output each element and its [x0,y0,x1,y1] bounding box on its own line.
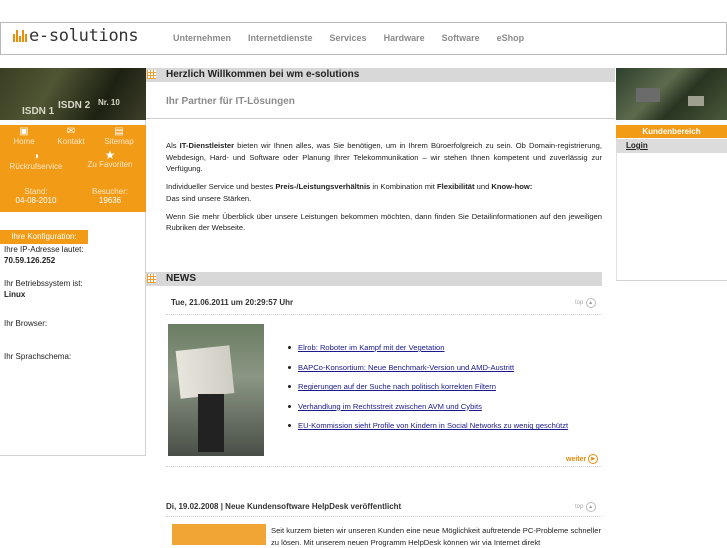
grid-bullet-icon [147,70,156,79]
quicklink-rueckrufservice[interactable]: ◑ Rückrufservice [1,151,71,172]
login-link[interactable]: Login [626,141,648,150]
besucher-value: 19636 [98,196,122,205]
news-item[interactable]: EU-Kommission sieht Profile von Kindern … [288,421,568,441]
main-navigation: Unternehmen Internetdienste Services Har… [173,33,541,43]
grid-bullet-icon [147,274,156,283]
banner-label-isdn1: ISDN 1 [22,106,55,117]
quicklink-label: Home [13,137,35,146]
divider [166,466,602,467]
banner-label-nr: Nr. 10 [98,98,120,107]
kundenbereich-title: Kundenbereich [616,125,727,138]
arrow-up-icon: ▲ [585,502,596,512]
isdn-banner-image: ISDN 1 ISDN 2 Nr. 10 [0,68,146,120]
welcome-title: Herzlich Willkommen bei wm e-solutions [166,69,360,80]
quicklink-label: Kontakt [57,137,85,146]
site-header: e-solutions Unternehmen Internetdienste … [0,22,727,55]
quicklink-kontakt[interactable]: ✉ Kontakt [48,126,94,147]
intro-paragraph-3: Wenn Sie mehr Überblick über unsere Leis… [166,211,602,233]
quicklink-sitemap[interactable]: ▤ Sitemap [96,126,142,147]
nav-hardware[interactable]: Hardware [384,33,425,43]
wm-logo-icon [13,28,28,42]
page-subtitle: Ihr Partner für IT-Lösungen [166,96,295,107]
news-date-1: Tue, 21.06.2011 um 20:29:57 Uhr [171,298,294,307]
quicklink-label: Zu Favoriten [87,160,133,169]
quicklink-label: Rückrufservice [9,162,63,171]
weiter-link[interactable]: weiter ▶ [566,454,599,464]
site-logo[interactable]: e-solutions [13,26,139,46]
news-title: NEWS [166,273,196,284]
nav-services[interactable]: Services [330,33,367,43]
stand-label: Stand: [24,187,48,196]
arrow-up-icon: ▲ [585,298,596,308]
top-link-1[interactable]: top ▲ [575,297,596,308]
top-label: top [575,300,584,306]
circuit-board-image [616,68,727,120]
helpdesk-screenshot [172,524,266,545]
intro-paragraph-1: Als IT-Dienstleister bieten wir Ihnen al… [166,141,602,174]
ip-value: 70.59.126.252 [4,256,56,265]
sitemap-icon: ▤ [114,126,124,137]
top-link-2[interactable]: top ▲ [575,501,596,512]
nav-software[interactable]: Software [442,33,480,43]
login-row[interactable]: Login [616,139,727,153]
lang-label: Ihr Sprachschema: [4,352,72,361]
weiter-label: weiter [566,455,587,463]
konfig-panel: Ihre IP-Adresse lautet: 70.59.126.252 Ih… [4,245,150,361]
star-icon: ★ [104,148,116,162]
stand-info: Stand: 04-08-2010 [10,187,62,205]
top-label: top [575,504,584,510]
nav-internetdienste[interactable]: Internetdienste [248,33,313,43]
intro-text: Als IT-Dienstleister bieten wir Ihnen al… [166,140,602,240]
home-icon: ▣ [19,126,29,137]
arrow-right-icon: ▶ [588,454,599,464]
news-item[interactable]: Regierungen auf der Suche nach politisch… [288,382,568,402]
intro-paragraph-2: Individueller Service und bestes Preis-/… [166,182,533,203]
news-item[interactable]: Verhandlung im Rechtsstreit zwischen AVM… [288,402,568,422]
callback-icon: ◑ [32,151,40,162]
besucher-label: Besucher: [91,187,129,196]
divider [166,314,602,315]
quicklink-home[interactable]: ▣ Home [1,126,47,147]
nav-unternehmen[interactable]: Unternehmen [173,33,231,43]
logo-text: e-solutions [29,26,139,46]
mail-icon: ✉ [66,126,76,137]
os-value: Linux [4,290,26,299]
banner-label-isdn2: ISDN 2 [58,100,91,111]
news-photo [168,324,264,456]
besucher-info: Besucher: 19636 [84,187,136,205]
divider [166,516,602,517]
stand-value: 04-08-2010 [15,196,57,205]
news-list: Elrob: Roboter im Kampf mit der Vegetati… [288,343,568,441]
news-bar [146,272,602,286]
konfig-title: Ihre Konfiguration: [0,230,88,244]
browser-label: Ihr Browser: [4,319,48,328]
news-date-2: Di, 19.02.2008 | Neue Kundensoftware Hel… [166,502,402,511]
quicklinks-panel: ▣ Home ✉ Kontakt ▤ Sitemap ◑ Rückrufserv… [0,125,146,212]
quicklink-label: Sitemap [104,137,134,146]
ip-label: Ihre IP-Adresse lautet: [4,245,84,254]
os-label: Ihr Betriebssystem ist: [4,279,83,288]
nav-eshop[interactable]: eShop [497,33,525,43]
quicklink-favoriten[interactable]: ★ Zu Favoriten [80,148,140,169]
news-item[interactable]: Elrob: Roboter im Kampf mit der Vegetati… [288,343,568,363]
news-item[interactable]: BAPCo-Konsortium: Neue Benchmark-Version… [288,363,568,383]
